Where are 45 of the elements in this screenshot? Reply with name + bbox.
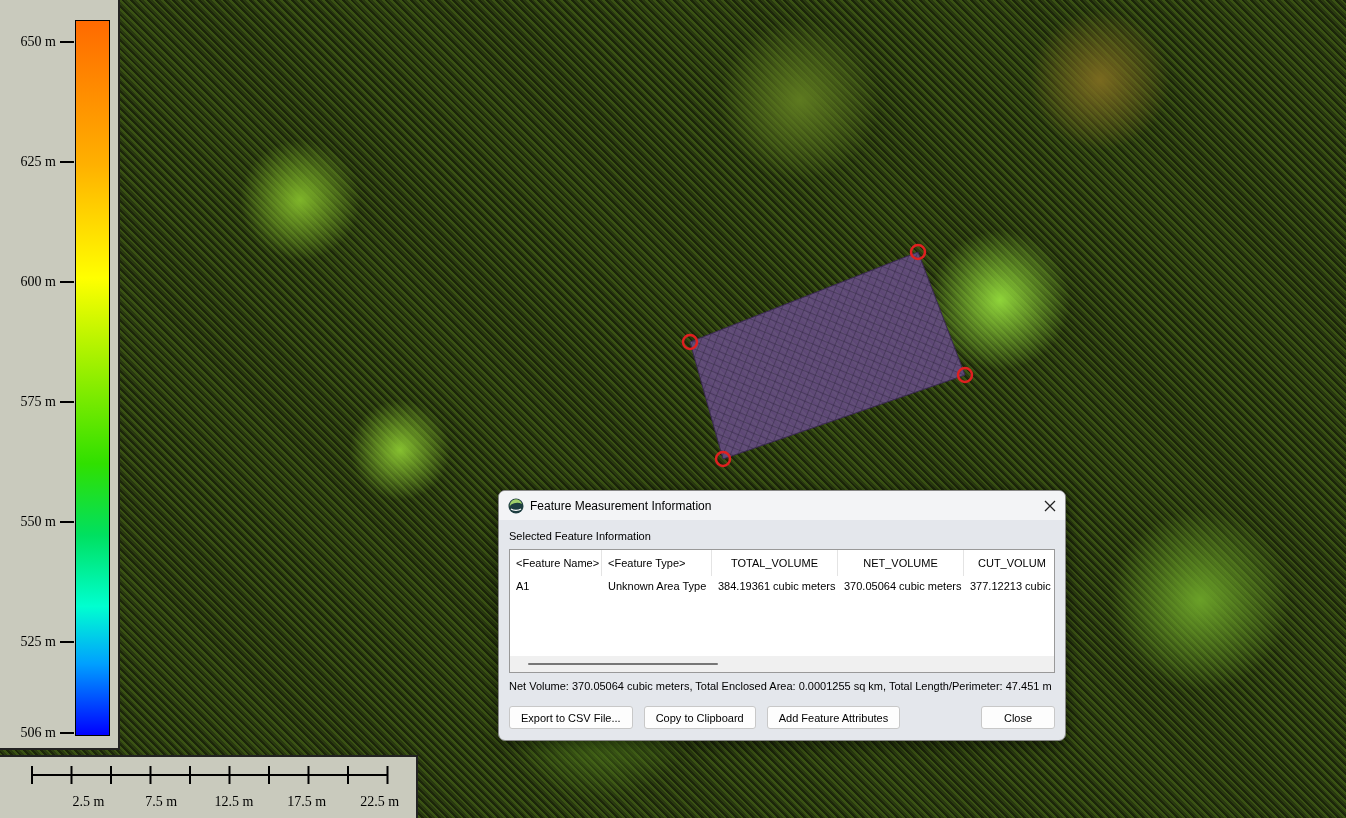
section-label: Selected Feature Information [509,530,652,542]
elevation-label: 550 m [19,514,57,530]
horizontal-scrollbar[interactable] [510,656,1054,672]
measurement-polygon[interactable] [689,251,966,460]
tick-mark [60,161,74,163]
column-header[interactable]: CUT_VOLUM [964,550,1054,576]
scrollbar-thumb[interactable] [528,663,718,665]
vertex-handle[interactable] [956,366,974,384]
table-cell-text: 370.05064 cubic meters [843,579,963,594]
tick-mark [60,401,74,403]
table-cell-text: Unknown Area Type [607,579,708,594]
action-button[interactable]: Export to CSV File... [509,706,633,729]
app-logo-icon [508,497,524,514]
table-cell-text: 377.12213 cubic [969,579,1052,594]
tick-mark [60,41,74,43]
tick-mark [60,281,74,283]
column-header[interactable]: <Feature Name> [510,550,602,576]
tick-mark [60,732,74,734]
tick-mark [60,641,74,643]
column-header[interactable]: <Feature Type> [602,550,712,576]
elevation-label: 575 m [19,394,57,410]
column-header[interactable]: NET_VOLUME [838,550,964,576]
vertex-handle[interactable] [909,243,927,261]
distance-label: 17.5 m [286,794,328,810]
table-cell-text: 384.19361 cubic meters [717,579,837,594]
elevation-label: 506 m [19,725,57,741]
elevation-label: 600 m [19,274,57,290]
action-button[interactable]: Copy to Clipboard [643,706,756,729]
elevation-label: 650 m [19,34,57,50]
distance-label: 22.5 m [359,794,401,810]
elevation-label: 625 m [19,154,57,170]
vertex-handle[interactable] [714,450,732,468]
summary-text: Net Volume: 370.05064 cubic meters, Total Enclosed Area: 0.0001255 sq km, Total Length/Perimeter: 47.451 m [509,680,1053,692]
close-button[interactable]: Close [981,706,1055,729]
action-button[interactable]: Add Feature Attributes [766,706,901,729]
window-title: Feature Measurement Information [530,498,713,513]
distance-label: 7.5 m [144,794,179,810]
table-cell-text: A1 [515,579,531,594]
distance-label: 2.5 m [71,794,106,810]
distance-label: 12.5 m [213,794,255,810]
tick-mark [60,521,74,523]
elevation-label: 525 m [19,634,57,650]
vertex-handle[interactable] [681,333,699,351]
close-icon[interactable] [1044,499,1056,512]
column-header[interactable]: TOTAL_VOLUME [712,550,838,576]
